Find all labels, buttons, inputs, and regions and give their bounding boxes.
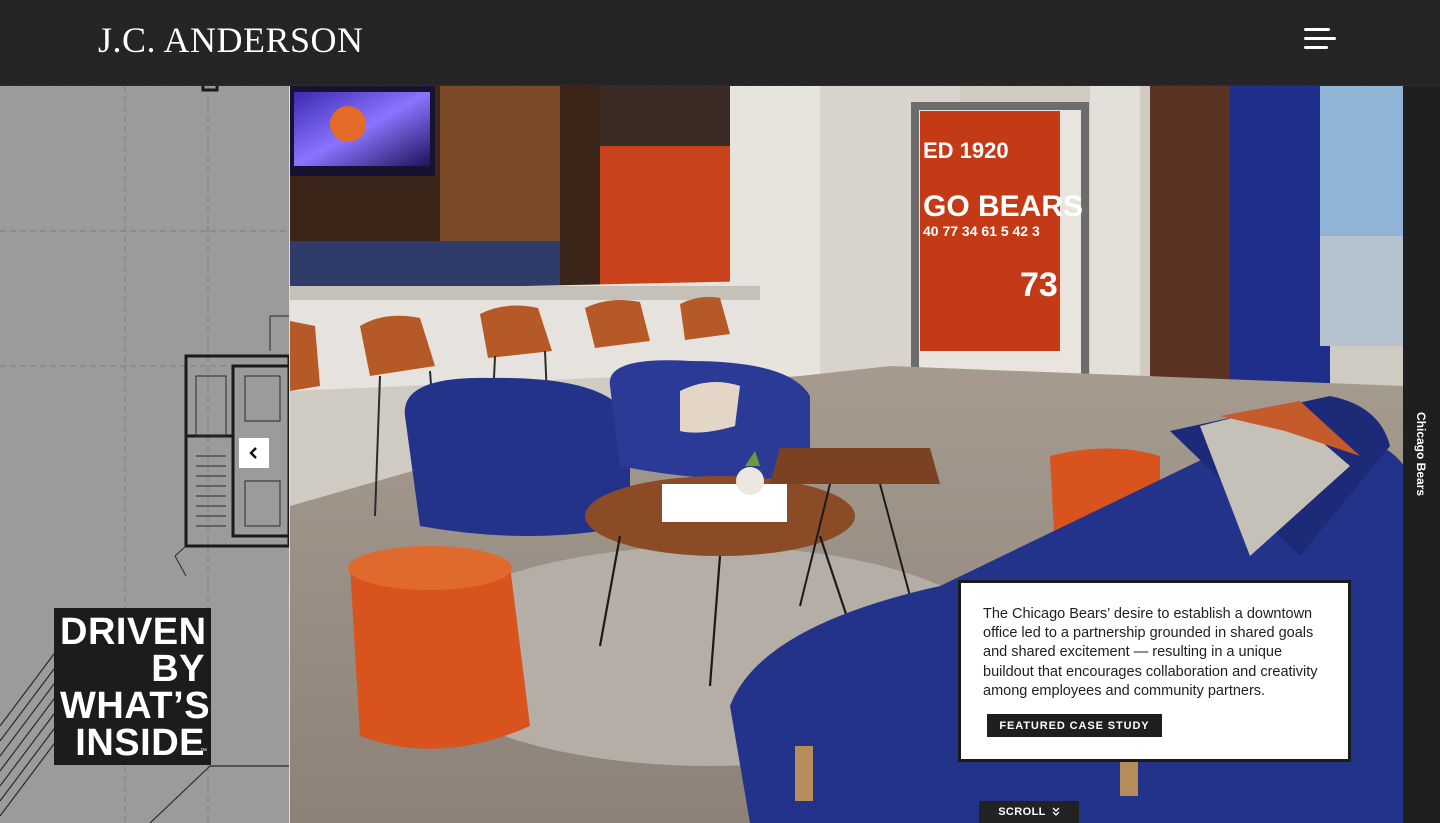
tagline-line: WHAT’S	[60, 685, 211, 727]
svg-text:GO BEARS: GO BEARS	[923, 190, 1083, 223]
menu-line	[1304, 28, 1330, 31]
tagline-line: INSIDE	[75, 722, 205, 764]
svg-text:40 77 34 61 5 42 3: 40 77 34 61 5 42 3	[923, 223, 1040, 239]
case-study-card: The Chicago Bears’ desire to establish a…	[958, 580, 1351, 762]
site-header: J.C. ANDERSON	[0, 0, 1440, 86]
svg-text:73: 73	[1020, 266, 1058, 304]
prev-slide-button[interactable]	[239, 438, 269, 468]
menu-line	[1304, 37, 1336, 40]
case-study-description: The Chicago Bears’ desire to establish a…	[983, 606, 1318, 699]
tagline-line: BY	[151, 648, 205, 690]
tagline-badge: DRIVEN BY WHAT’S INSIDE ™	[54, 608, 211, 765]
svg-text:ED 1920: ED 1920	[923, 138, 1009, 163]
featured-case-study-button[interactable]: FEATURED CASE STUDY	[987, 714, 1162, 737]
tagline-line: DRIVEN	[60, 611, 207, 653]
trademark-symbol: ™	[200, 748, 207, 755]
menu-line	[1304, 46, 1328, 49]
project-label: Chicago Bears	[1414, 412, 1428, 497]
double-chevron-down-icon	[1052, 807, 1060, 816]
scroll-button[interactable]: SCROLL	[979, 801, 1079, 823]
hamburger-menu-icon[interactable]	[1300, 26, 1340, 54]
scroll-label: SCROLL	[998, 806, 1046, 818]
chevron-left-icon	[249, 447, 257, 459]
logo[interactable]: J.C. ANDERSON	[98, 20, 364, 60]
